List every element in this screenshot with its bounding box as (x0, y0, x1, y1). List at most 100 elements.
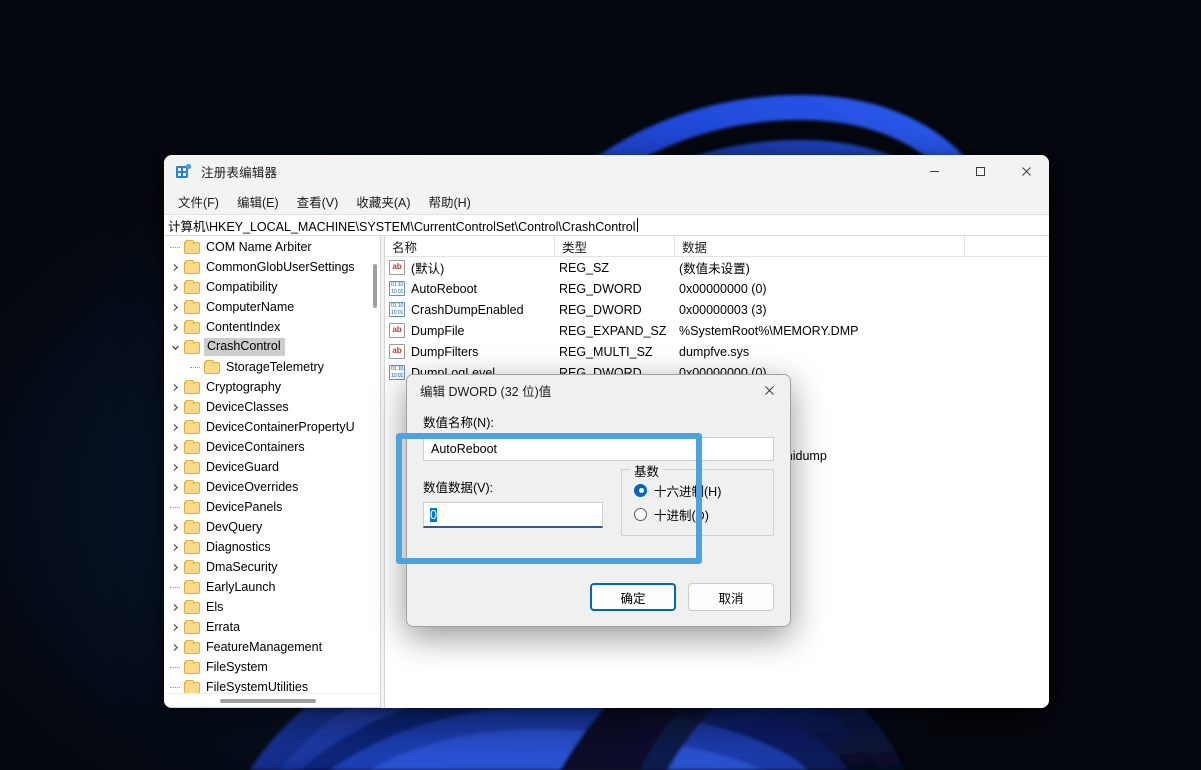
tree-line-stub (166, 246, 184, 248)
chevron-right-icon[interactable] (166, 623, 184, 632)
tree-horizontal-scroll-thumb[interactable] (220, 699, 316, 703)
tree-node-cryptography[interactable]: Cryptography (164, 377, 369, 397)
menu-bar: 文件(F) 编辑(E) 查看(V) 收藏夹(A) 帮助(H) (164, 188, 1049, 214)
radio-decimal[interactable]: 十进制(D) (634, 502, 763, 526)
tree-node-errata[interactable]: Errata (164, 617, 369, 637)
chevron-right-icon[interactable] (166, 303, 184, 312)
tree-node-label: CommonGlobUserSettings (206, 259, 355, 274)
column-header-name[interactable]: 名称 (385, 236, 555, 257)
menu-favorites[interactable]: 收藏夹(A) (347, 189, 419, 214)
tree-node-earlylaunch[interactable]: EarlyLaunch (164, 577, 369, 597)
folder-icon (184, 240, 201, 254)
menu-help[interactable]: 帮助(H) (419, 189, 479, 214)
chevron-right-icon[interactable] (166, 563, 184, 572)
menu-file[interactable]: 文件(F) (169, 189, 228, 214)
chevron-right-icon[interactable] (166, 543, 184, 552)
folder-icon (184, 640, 201, 654)
tree-node-commonglobusersettings[interactable]: CommonGlobUserSettings (164, 257, 369, 277)
chevron-right-icon[interactable] (166, 523, 184, 532)
maximize-button[interactable] (957, 155, 1003, 188)
radio-decimal-label: 十进制(D) (654, 508, 709, 523)
values-list-row[interactable]: ab DumpFilters REG_MULTI_SZ dumpfve.sys (385, 341, 1049, 362)
tree-node-contentindex[interactable]: ContentIndex (164, 317, 369, 337)
values-list-row[interactable]: AutoReboot REG_DWORD 0x00000000 (0) (385, 278, 1049, 299)
string-value-icon: ab (389, 344, 405, 359)
folder-icon (184, 420, 201, 434)
menu-view[interactable]: 查看(V) (288, 189, 348, 214)
value-name-text: AutoReboot (431, 442, 498, 456)
tree-node-deviceoverrides[interactable]: DeviceOverrides (164, 477, 369, 497)
tree-node-devicecontainerpropertyu[interactable]: DeviceContainerPropertyU (164, 417, 369, 437)
tree-node-filesystem[interactable]: FileSystem (164, 657, 369, 677)
tree-node-els[interactable]: Els (164, 597, 369, 617)
tree-node-featuremanagement[interactable]: FeatureManagement (164, 637, 369, 657)
tree-node-label: FeatureManagement (206, 639, 323, 654)
close-button[interactable] (1003, 155, 1049, 188)
tree-node-label: DeviceContainers (206, 439, 305, 454)
folder-icon (184, 460, 201, 474)
tree-node-compatibility[interactable]: Compatibility (164, 277, 369, 297)
folder-icon (184, 340, 201, 354)
tree-horizontal-scrollbar[interactable] (164, 693, 380, 707)
dword-value-icon (389, 281, 405, 296)
tree-line-stub (166, 586, 184, 588)
chevron-right-icon[interactable] (166, 603, 184, 612)
values-list-row[interactable]: ab DumpFile REG_EXPAND_SZ %SystemRoot%\MEMO… (385, 320, 1049, 341)
chevron-right-icon[interactable] (166, 443, 184, 452)
chevron-right-icon[interactable] (166, 263, 184, 272)
menu-edit[interactable]: 编辑(E) (228, 189, 288, 214)
tree-node-devicecontainers[interactable]: DeviceContainers (164, 437, 369, 457)
tree-node-storagetelemetry[interactable]: StorageTelemetry (164, 357, 369, 377)
dialog-titlebar: 编辑 DWORD (32 位)值 (407, 375, 790, 406)
tree-node-label: EarlyLaunch (206, 579, 276, 594)
tree-node-devquery[interactable]: DevQuery (164, 517, 369, 537)
values-list-row[interactable]: ab (默认) REG_SZ (数值未设置) (385, 257, 1049, 278)
tree-line-stub (186, 366, 204, 368)
tree-node-deviceguard[interactable]: DeviceGuard (164, 457, 369, 477)
value-name-cell: DumpFilters (411, 344, 479, 359)
ok-button[interactable]: 确定 (590, 583, 676, 611)
tree-vertical-scroll-thumb[interactable] (373, 264, 377, 308)
tree-node-label: COM Name Arbiter (206, 239, 312, 254)
value-data-cell: dumpfve.sys (679, 344, 750, 359)
chevron-right-icon[interactable] (166, 483, 184, 492)
radio-hexadecimal[interactable]: 十六进制(H) (634, 478, 763, 502)
chevron-right-icon[interactable] (166, 283, 184, 292)
chevron-right-icon[interactable] (166, 643, 184, 652)
column-header-type[interactable]: 类型 (555, 236, 675, 257)
value-data-text: 0 (430, 507, 437, 522)
dialog-lower-row: 数值数据(V): 0 基数 十六进制(H) 十进制(D) (423, 461, 774, 536)
tree-node-computername[interactable]: ComputerName (164, 297, 369, 317)
chevron-right-icon[interactable] (166, 423, 184, 432)
dialog-buttons: 确定 取消 (590, 583, 774, 611)
chevron-right-icon[interactable] (166, 383, 184, 392)
value-data-input[interactable]: 0 (423, 502, 603, 528)
tree-node-label: Cryptography (206, 379, 282, 394)
tree-node-label: DevicePanels (206, 499, 283, 514)
folder-icon (184, 560, 201, 574)
tree-node-com-name-arbiter[interactable]: COM Name Arbiter (164, 237, 369, 257)
address-bar[interactable]: 计算机\HKEY_LOCAL_MACHINE\SYSTEM\CurrentCon… (164, 214, 1049, 236)
chevron-down-icon[interactable] (166, 343, 184, 352)
tree-node-label: DeviceGuard (206, 459, 279, 474)
chevron-right-icon[interactable] (166, 403, 184, 412)
chevron-right-icon[interactable] (166, 463, 184, 472)
cancel-button[interactable]: 取消 (688, 583, 774, 611)
tree-node-dmasecurity[interactable]: DmaSecurity (164, 557, 369, 577)
value-name-cell: AutoReboot (411, 281, 478, 296)
tree-node-crashcontrol[interactable]: CrashControl (164, 337, 369, 357)
registry-tree-pane[interactable]: COM Name Arbiter CommonGlobUserSettings Co… (164, 236, 381, 708)
tree-vertical-scrollbar[interactable] (369, 236, 380, 693)
tree-node-diagnostics[interactable]: Diagnostics (164, 537, 369, 557)
column-header-data[interactable]: 数据 (675, 236, 965, 257)
tree-line-stub (166, 666, 184, 668)
dialog-close-button[interactable] (748, 375, 790, 406)
tree-node-devicepanels[interactable]: DevicePanels (164, 497, 369, 517)
minimize-button[interactable] (911, 155, 957, 188)
tree-node-deviceclasses[interactable]: DeviceClasses (164, 397, 369, 417)
chevron-right-icon[interactable] (166, 323, 184, 332)
values-list-row[interactable]: CrashDumpEnabled REG_DWORD 0x00000003 (3) (385, 299, 1049, 320)
value-name-input[interactable]: AutoReboot (423, 437, 774, 461)
folder-icon (184, 580, 201, 594)
tree-node-filesystemutilities[interactable]: FileSystemUtilities (164, 677, 369, 693)
